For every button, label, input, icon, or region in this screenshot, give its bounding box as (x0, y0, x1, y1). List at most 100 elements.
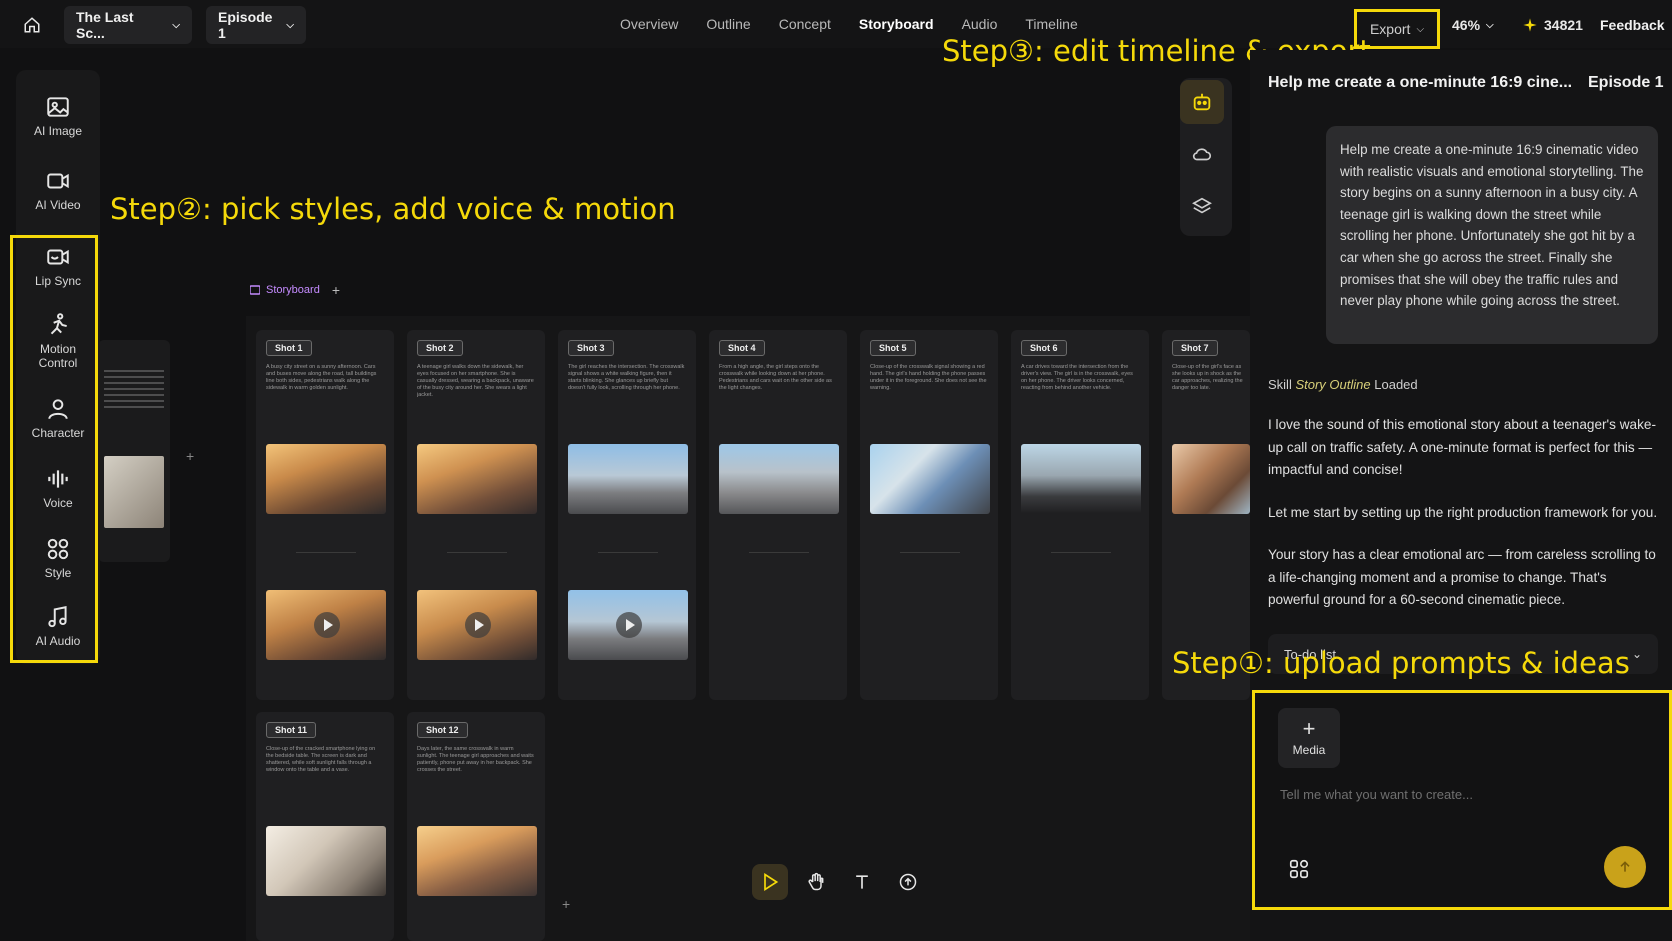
shot-description: A car drives toward the intersection fro… (1021, 364, 1133, 391)
hand-tool-button[interactable] (798, 864, 834, 900)
tab-overview[interactable]: Overview (620, 16, 678, 32)
shot-label: Shot 7 (1172, 340, 1218, 356)
chevron-down-icon: ⌵ (172, 19, 180, 31)
send-button[interactable] (1604, 846, 1646, 888)
shot-card[interactable]: Shot 1 A busy city street on a sunny aft… (256, 330, 394, 700)
shot-description: Days later, the same crosswalk in warm s… (417, 746, 534, 773)
previous-board-stub[interactable] (98, 340, 170, 562)
shot-label: Shot 12 (417, 722, 468, 738)
shot-image[interactable] (1172, 444, 1250, 514)
stub-thumbnail (104, 456, 164, 528)
shot-image[interactable] (417, 826, 537, 896)
tab-timeline[interactable]: Timeline (1025, 16, 1077, 32)
shot-label: Shot 5 (870, 340, 916, 356)
tool-lip-sync[interactable]: Lip Sync (20, 244, 96, 288)
tab-audio[interactable]: Audio (962, 16, 998, 32)
shot-card[interactable]: Shot 12 Days later, the same crosswalk i… (407, 712, 545, 941)
shot-description: Close-up of the cracked smartphone lying… (266, 746, 376, 773)
media-label: Media (1292, 743, 1326, 757)
shot-label: Shot 2 (417, 340, 463, 356)
divider (1051, 552, 1111, 553)
cloud-button[interactable] (1180, 132, 1224, 176)
shot-label: Shot 6 (1021, 340, 1067, 356)
tool-label: Style (44, 566, 72, 580)
tool-style[interactable]: Style (20, 536, 96, 580)
shot-image[interactable] (266, 826, 386, 896)
tool-voice[interactable]: Voice (20, 466, 96, 510)
media-upload-button[interactable]: + Media (1278, 708, 1340, 768)
user-prompt-bubble: Help me create a one-minute 16:9 cinemat… (1326, 126, 1658, 344)
divider (447, 552, 507, 553)
divider (598, 552, 658, 553)
shot-image[interactable] (1021, 444, 1141, 514)
skill-prefix: Skill (1268, 377, 1292, 392)
assistant-message: I love the sound of this emotional story… (1268, 417, 1656, 478)
home-button[interactable] (20, 13, 44, 37)
select-tool-button[interactable] (752, 864, 788, 900)
tool-ai-image[interactable]: AI Image (20, 94, 96, 138)
storyboard-tab[interactable]: Storyboard + (250, 282, 340, 298)
agent-button[interactable] (1180, 80, 1224, 124)
shot-card[interactable]: Shot 7 Close-up of the girl's face as sh… (1162, 330, 1250, 700)
shot-card[interactable]: Shot 2 A teenage girl walks down the sid… (407, 330, 545, 700)
layers-button[interactable] (1180, 184, 1224, 228)
shot-image[interactable] (568, 444, 688, 514)
feedback-button[interactable]: Feedback (1600, 12, 1665, 38)
tab-outline[interactable]: Outline (706, 16, 750, 32)
skill-name: Story Outline (1295, 377, 1371, 392)
project-dropdown[interactable]: The Last Sc... ⌵ (64, 6, 192, 44)
motion-icon (50, 313, 67, 335)
shot-video[interactable] (568, 590, 688, 660)
text-tool-button[interactable] (844, 864, 880, 900)
shot-description: A teenage girl walks down the sidewalk, … (417, 364, 534, 398)
shot-card[interactable]: Shot 11 Close-up of the cracked smartpho… (256, 712, 394, 941)
shot-description: Close-up of the crosswalk signal showing… (870, 364, 987, 391)
play-icon[interactable] (314, 612, 340, 638)
shot-image[interactable] (266, 444, 386, 514)
shot-label: Shot 1 (266, 340, 312, 356)
shot-video[interactable] (417, 590, 537, 660)
shot-image[interactable] (870, 444, 990, 514)
export-label: Export (1369, 21, 1411, 37)
shot-video[interactable] (266, 590, 386, 660)
add-icon[interactable]: + (186, 448, 194, 464)
video-icon (47, 173, 69, 189)
lip-sync-icon (47, 249, 69, 265)
zoom-level: 46% (1452, 17, 1481, 33)
shot-image[interactable] (719, 444, 839, 514)
cloud-icon (1192, 148, 1212, 161)
tool-character[interactable]: Character (20, 396, 96, 440)
shot-image[interactable] (417, 444, 537, 514)
step1-annotation: Step①: upload prompts & ideas (1172, 646, 1630, 680)
add-shot-icon[interactable]: + (562, 896, 570, 912)
shot-card[interactable]: Shot 5 Close-up of the crosswalk signal … (860, 330, 998, 700)
tab-concept[interactable]: Concept (779, 16, 831, 32)
tab-storyboard[interactable]: Storyboard (859, 16, 934, 32)
upload-tool-button[interactable] (890, 864, 926, 900)
play-icon[interactable] (465, 612, 491, 638)
tool-ai-audio[interactable]: AI Audio (20, 604, 96, 648)
shot-card[interactable]: Shot 3 The girl reaches the intersection… (558, 330, 696, 700)
shot-description: From a high angle, the girl steps onto t… (719, 364, 832, 391)
prompt-input[interactable]: Tell me what you want to create... (1280, 787, 1473, 802)
grid-icon (1289, 859, 1309, 879)
step2-annotation: Step②: pick styles, add voice & motion (110, 192, 676, 226)
project-title: The Last Sc... (76, 9, 134, 41)
episode-dropdown[interactable]: Episode 1 ⌵ (206, 6, 306, 44)
tool-label: Lip Sync (34, 274, 82, 288)
shot-label: Shot 11 (266, 722, 317, 738)
divider (296, 552, 356, 553)
zoom-dropdown[interactable]: 46% ⌵ (1452, 12, 1494, 38)
tool-ai-video[interactable]: AI Video (20, 168, 96, 212)
credits-counter[interactable]: 34821 (1522, 12, 1583, 38)
tool-label: Character (31, 426, 85, 440)
shot-card[interactable]: Shot 6 A car drives toward the intersect… (1011, 330, 1149, 700)
tool-motion-control[interactable]: Motion Control (20, 312, 96, 370)
skills-grid-button[interactable] (1288, 858, 1310, 880)
play-icon[interactable] (616, 612, 642, 638)
sparkle-icon (1523, 18, 1537, 32)
add-board-icon[interactable]: + (332, 282, 340, 298)
music-icon (48, 606, 67, 628)
robot-icon (1193, 93, 1211, 111)
shot-card[interactable]: Shot 4 From a high angle, the girl steps… (709, 330, 847, 700)
